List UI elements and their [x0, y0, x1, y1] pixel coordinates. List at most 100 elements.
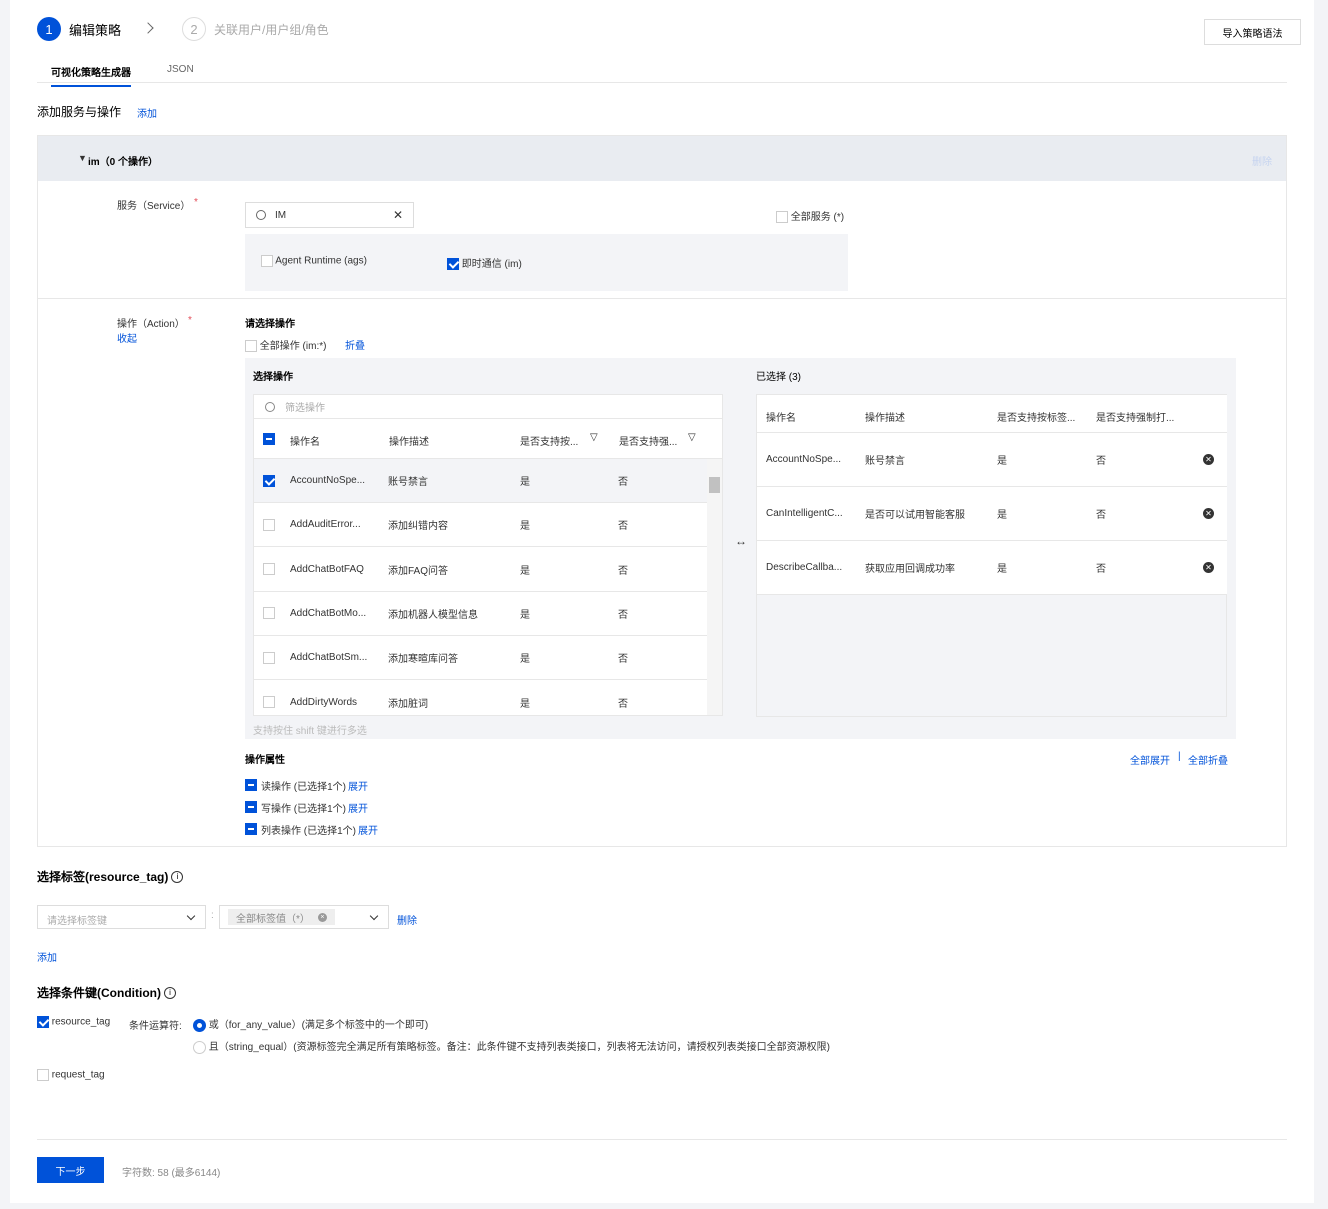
left-panel-title: 选择操作	[253, 372, 293, 383]
attr-list: 读操作 (已选择1个) 展开 写操作 (已选择1个) 展开 列表操作 (已选择1…	[245, 774, 378, 840]
row-checkbox[interactable]	[263, 607, 275, 620]
action-desc: 账号禁言	[865, 456, 905, 467]
service-search-input[interactable]: IM ✕	[245, 202, 414, 228]
tag-key-select[interactable]: 请选择标签键	[37, 905, 206, 929]
supports-force: 否	[618, 521, 628, 533]
supports-tag: 是	[520, 521, 530, 533]
tab-json[interactable]: JSON	[167, 64, 194, 75]
collapse-all-link[interactable]: 全部折叠	[1188, 752, 1228, 767]
fold-link[interactable]: 折叠	[345, 337, 365, 352]
table-row[interactable]: AddChatBotSm... 添加寒暄库问答 是 否	[254, 636, 707, 681]
column-header: 是否支持按标签...	[997, 413, 1076, 424]
action-name: AccountNoSpe...	[290, 475, 366, 486]
tag-value-select[interactable]: 全部标签值（*） ×	[219, 905, 389, 929]
filter-icon[interactable]: ▽	[688, 432, 696, 443]
action-name: AddAuditError...	[290, 519, 361, 531]
radio-for-any-value[interactable]: 或（for_any_value）(满足多个标签中的一个即可)	[193, 1016, 428, 1032]
row-checkbox[interactable]	[263, 651, 275, 664]
collapse-link[interactable]: 收起	[117, 330, 137, 345]
info-icon[interactable]: i	[171, 870, 184, 883]
resource-tag-checkbox[interactable]: resource_tag	[37, 1016, 110, 1028]
resource-tag-label: resource_tag	[51, 1016, 111, 1028]
table-row[interactable]: AddAuditError... 添加纠错内容 是 否	[254, 503, 707, 548]
required-mark: *	[194, 197, 198, 208]
service-option-ags[interactable]: Agent Runtime (ags)	[261, 255, 367, 267]
step-label: 编辑策略	[69, 22, 122, 38]
supports-tag: 是	[520, 698, 530, 710]
attr-label: 读操作 (已选择1个)	[261, 781, 346, 793]
radio-label: 或（for_any_value）(满足多个标签中的一个即可)	[208, 1020, 429, 1031]
add-service-link[interactable]: 添加	[137, 105, 157, 120]
service-block-header[interactable]: ▼ im（0 个操作） 删除	[38, 136, 1286, 181]
remove-icon[interactable]: ✕	[1203, 562, 1214, 573]
tab-visual-generator[interactable]: 可视化策略生成器	[51, 64, 131, 87]
remove-icon[interactable]: ✕	[1203, 508, 1214, 519]
action-name: AccountNoSpe...	[766, 454, 842, 465]
policy-editor: 1 编辑策略 2 关联用户/用户组/角色 导入策略语法 可视化策略生成器 JSO…	[10, 0, 1314, 1203]
expand-link[interactable]: 展开	[358, 822, 378, 837]
supports-force: 否	[1096, 456, 1106, 467]
chevron-down-icon	[186, 911, 196, 921]
scrollbar-thumb[interactable]	[709, 477, 720, 493]
operator-label: 条件运算符:	[129, 1021, 182, 1032]
delete-tag-link[interactable]: 删除	[397, 912, 417, 927]
table-row[interactable]: AddDirtyWords 添加脏词 是 否	[254, 680, 707, 715]
clear-icon[interactable]: ✕	[393, 208, 403, 222]
action-desc: 账号禁言	[388, 477, 428, 488]
all-services-checkbox[interactable]: 全部服务 (*)	[776, 208, 844, 224]
radio-string-equal[interactable]: 且（string_equal）(资源标签完全满足所有策略标签。备注：此条件键不支…	[193, 1038, 830, 1054]
attr-checkbox[interactable]	[245, 779, 257, 791]
all-actions-checkbox[interactable]: 全部操作 (im:*)	[245, 337, 326, 353]
step-2[interactable]: 2 关联用户/用户组/角色	[182, 17, 329, 41]
selected-row: CanIntelligentC... 是否可以试用智能客服 是 否 ✕	[757, 487, 1227, 541]
import-policy-syntax-button[interactable]: 导入策略语法	[1204, 19, 1301, 45]
supports-force: 否	[618, 477, 628, 488]
action-list: 筛选操作 操作名 操作描述 是否支持按... ▽ 是否支持强... ▽ Acco…	[253, 394, 723, 716]
request-tag-checkbox[interactable]: request_tag	[37, 1069, 105, 1081]
filter-placeholder: 筛选操作	[285, 403, 325, 414]
row-checkbox[interactable]	[263, 696, 275, 708]
row-checkbox[interactable]	[263, 518, 275, 531]
chevron-down-icon	[369, 911, 379, 921]
delete-block-link[interactable]: 删除	[1252, 153, 1272, 168]
supports-tag: 是	[520, 477, 530, 488]
add-tag-link[interactable]: 添加	[37, 949, 57, 964]
scrollbar[interactable]	[707, 459, 722, 715]
next-button[interactable]: 下一步	[37, 1157, 104, 1183]
search-value: IM	[275, 209, 287, 221]
row-checkbox[interactable]	[263, 563, 275, 576]
select-all-checkbox[interactable]	[263, 433, 275, 445]
right-panel-title: 已选择 (3)	[756, 372, 801, 383]
expand-link[interactable]: 展开	[348, 778, 368, 793]
filter-icon[interactable]: ▽	[590, 432, 598, 443]
remove-icon[interactable]: ✕	[1203, 454, 1214, 465]
selected-rows: AccountNoSpe... 账号禁言 是 否 ✕ CanIntelligent…	[757, 433, 1227, 595]
column-header: 操作名	[766, 413, 796, 424]
info-icon[interactable]: i	[163, 986, 176, 999]
step-label: 关联用户/用户组/角色	[214, 22, 329, 37]
swap-arrows-icon: ↔	[735, 534, 747, 548]
filter-input[interactable]: 筛选操作	[254, 395, 722, 419]
table-row[interactable]: AddChatBotFAQ 添加FAQ问答 是 否	[254, 547, 707, 592]
row-checkbox[interactable]	[263, 474, 275, 487]
supports-force: 否	[1096, 510, 1106, 521]
tag-key-placeholder: 请选择标签键	[47, 916, 107, 927]
service-option-im[interactable]: 即时通信 (im)	[447, 255, 522, 271]
caret-down-icon[interactable]: ▼	[78, 153, 87, 163]
action-name: DescribeCallba...	[766, 562, 843, 573]
action-desc: 添加机器人模型信息	[388, 609, 478, 621]
action-name: AddDirtyWords	[290, 696, 358, 708]
tab-divider	[37, 82, 1287, 83]
attr-checkbox[interactable]	[245, 801, 257, 813]
supports-force: 否	[1096, 564, 1106, 575]
table-row[interactable]: AddChatBotMo... 添加机器人模型信息 是 否	[254, 591, 707, 636]
remove-chip-icon[interactable]: ×	[317, 912, 327, 922]
selected-list: 操作名 操作描述 是否支持按标签... 是否支持强制打... AccountNo…	[756, 394, 1227, 717]
table-row[interactable]: AccountNoSpe... 账号禁言 是 否	[254, 459, 707, 503]
supports-force: 否	[618, 654, 628, 666]
expand-all-link[interactable]: 全部展开	[1130, 752, 1170, 767]
supports-tag: 是	[520, 654, 530, 666]
divider	[38, 298, 1286, 299]
expand-link[interactable]: 展开	[348, 800, 368, 815]
attr-checkbox[interactable]	[245, 823, 257, 835]
